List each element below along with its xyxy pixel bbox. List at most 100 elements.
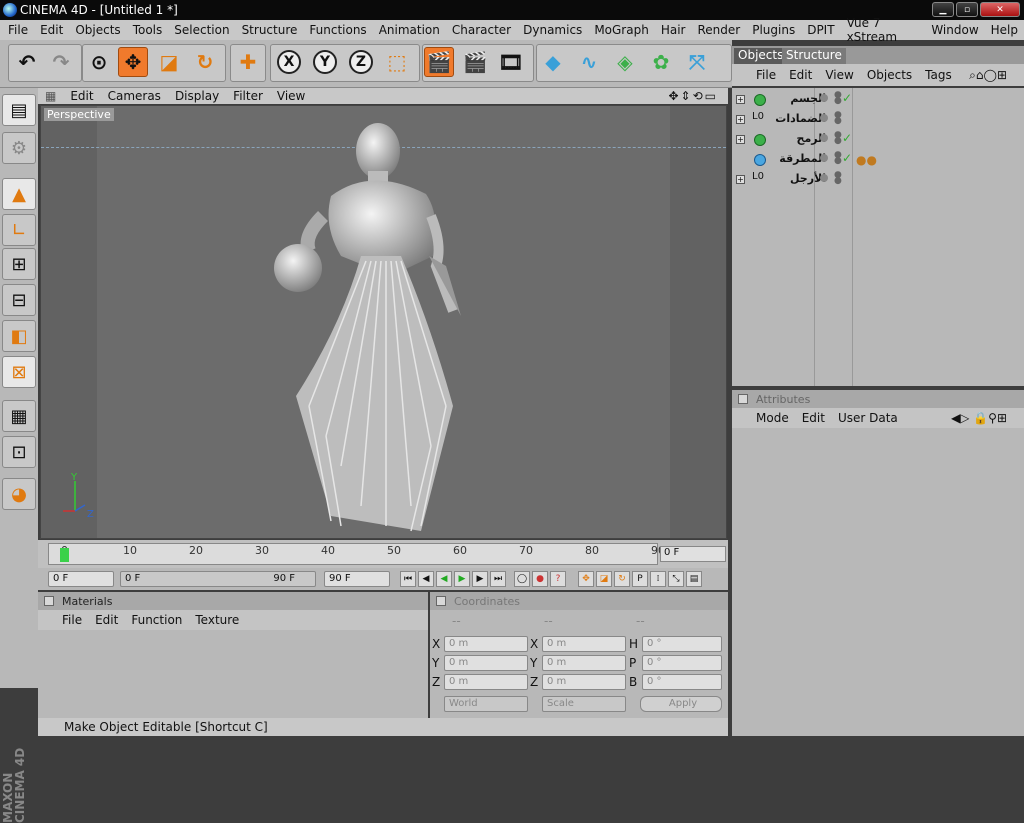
keyframe-selection-icon[interactable]: ? bbox=[550, 571, 566, 587]
next-key-icon[interactable]: ▶ bbox=[472, 571, 488, 587]
range-slider[interactable]: 0 F 90 F bbox=[120, 571, 316, 587]
move-tool-icon[interactable]: ✥ bbox=[118, 47, 148, 77]
attributes-menu-user-data[interactable]: User Data bbox=[838, 411, 898, 425]
maximize-button[interactable]: ▫ bbox=[956, 2, 978, 17]
play-backward-icon[interactable]: ◀ bbox=[436, 571, 452, 587]
menu-window[interactable]: Window bbox=[925, 23, 984, 37]
viewport-menu-filter[interactable]: Filter bbox=[226, 89, 270, 103]
visibility-dot-icon[interactable] bbox=[820, 154, 828, 162]
material-tag-icon[interactable]: ●● bbox=[856, 153, 877, 167]
objects-menu-file[interactable]: File bbox=[756, 68, 776, 82]
object-name[interactable]: المطرقة bbox=[766, 152, 826, 165]
expand-icon[interactable]: + bbox=[736, 95, 745, 104]
apply-button[interactable]: Apply bbox=[640, 696, 722, 712]
menu-file[interactable]: File bbox=[2, 23, 34, 37]
materials-menu-edit[interactable]: Edit bbox=[95, 613, 118, 627]
menu-dpit[interactable]: DPIT bbox=[801, 23, 840, 37]
materials-menu-texture[interactable]: Texture bbox=[195, 613, 239, 627]
menu-mograph[interactable]: MoGraph bbox=[588, 23, 655, 37]
render-dot-icon[interactable]: ● ● bbox=[834, 151, 842, 166]
object-row[interactable]: + L0 الأرجل ● ● bbox=[732, 170, 1024, 190]
live-selection-icon[interactable]: ⊙ bbox=[84, 47, 114, 77]
expand-icon[interactable]: + bbox=[736, 175, 745, 184]
rot-p-field[interactable]: 0 ° bbox=[642, 655, 722, 671]
object-name[interactable]: الجسم bbox=[766, 92, 826, 105]
size-y-field[interactable]: 0 m bbox=[542, 655, 626, 671]
render-dot-icon[interactable]: ● ● bbox=[834, 91, 842, 106]
key-parameter-icon[interactable]: P bbox=[632, 571, 648, 587]
nurbs-icon[interactable]: ◈ bbox=[610, 47, 640, 77]
expand-icon[interactable]: + bbox=[736, 135, 745, 144]
start-frame-field[interactable]: 0 F bbox=[48, 571, 114, 587]
go-to-start-icon[interactable]: ⏮ bbox=[400, 571, 416, 587]
use-model-tool-icon[interactable]: ▤ bbox=[2, 94, 36, 126]
size-z-field[interactable]: 0 m bbox=[542, 674, 626, 690]
visibility-dot-icon[interactable] bbox=[820, 134, 828, 142]
timeline-settings-icon[interactable]: ▤ bbox=[686, 571, 702, 587]
viewport-menu-display[interactable]: Display bbox=[168, 89, 226, 103]
viewport-menu-cameras[interactable]: Cameras bbox=[101, 89, 168, 103]
redo-icon[interactable]: ↷ bbox=[46, 47, 76, 77]
pos-y-field[interactable]: 0 m bbox=[444, 655, 528, 671]
use-polygons-icon[interactable]: ◧ bbox=[2, 320, 36, 352]
viewport-menu-view[interactable]: View bbox=[270, 89, 312, 103]
object-name[interactable]: الأرجل bbox=[766, 172, 826, 185]
previous-key-icon[interactable]: ◀ bbox=[418, 571, 434, 587]
render-view-icon[interactable]: 🎬 bbox=[424, 47, 454, 77]
close-button[interactable]: ✕ bbox=[980, 2, 1020, 17]
attributes-menu-edit[interactable]: Edit bbox=[802, 411, 825, 425]
autokey-icon[interactable]: ● bbox=[532, 571, 548, 587]
use-texture-axis-icon[interactable]: ⊡ bbox=[2, 436, 36, 468]
use-points-icon[interactable]: ⊞ bbox=[2, 248, 36, 280]
enabled-check-icon[interactable]: ✓ bbox=[842, 151, 852, 165]
menu-functions[interactable]: Functions bbox=[303, 23, 372, 37]
viewport-perspective[interactable]: Perspective Y Z bbox=[40, 105, 727, 539]
undo-icon[interactable]: ↶ bbox=[12, 47, 42, 77]
tab-objects[interactable]: Objects bbox=[734, 48, 788, 64]
pos-x-field[interactable]: 0 m bbox=[444, 636, 528, 652]
key-scale-icon[interactable]: ◪ bbox=[596, 571, 612, 587]
play-forward-icon[interactable]: ▶ bbox=[454, 571, 470, 587]
array-icon[interactable]: ✿ bbox=[646, 47, 676, 77]
render-dot-icon[interactable]: ● ● bbox=[834, 171, 842, 186]
tab-structure[interactable]: Structure bbox=[782, 48, 846, 64]
cube-object-icon[interactable]: ◆ bbox=[538, 47, 568, 77]
minimize-button[interactable]: ▁ bbox=[932, 2, 954, 17]
render-dot-icon[interactable]: ● ● bbox=[834, 131, 842, 146]
object-row[interactable]: + الجسم ● ● ✓ bbox=[732, 90, 1024, 110]
go-to-end-icon[interactable]: ⏭ bbox=[490, 571, 506, 587]
interpolation-icon[interactable]: ⤡ bbox=[668, 571, 684, 587]
attributes-menu-mode[interactable]: Mode bbox=[756, 411, 789, 425]
objects-menu-tags[interactable]: Tags bbox=[925, 68, 952, 82]
render-picture-viewer-icon[interactable]: 🎬 bbox=[460, 47, 490, 77]
object-row[interactable]: + الرمح ● ● ✓ bbox=[732, 130, 1024, 150]
menu-dynamics[interactable]: Dynamics bbox=[517, 23, 588, 37]
expand-icon[interactable]: + bbox=[736, 115, 745, 124]
key-rotation-icon[interactable]: ↻ bbox=[614, 571, 630, 587]
record-keys-icon[interactable]: ◯ bbox=[514, 571, 530, 587]
rot-h-field[interactable]: 0 ° bbox=[642, 636, 722, 652]
materials-panel-toggle[interactable] bbox=[44, 596, 54, 606]
materials-menu-file[interactable]: File bbox=[62, 613, 82, 627]
attributes-panel-toggle[interactable] bbox=[738, 394, 748, 404]
use-model-icon[interactable]: ▲ bbox=[2, 178, 36, 210]
z-axis-lock-icon[interactable]: Z bbox=[346, 47, 376, 77]
menu-hair[interactable]: Hair bbox=[655, 23, 692, 37]
object-name[interactable]: الرمح bbox=[766, 132, 826, 145]
y-axis-lock-icon[interactable]: Y bbox=[310, 47, 340, 77]
objects-menu-objects[interactable]: Objects bbox=[867, 68, 912, 82]
object-row[interactable]: + L0 الضمادات ● ● bbox=[732, 110, 1024, 130]
current-frame-indicator[interactable] bbox=[60, 548, 69, 562]
scale-mode-dropdown[interactable]: Scale bbox=[542, 696, 626, 712]
menu-help[interactable]: Help bbox=[985, 23, 1024, 37]
render-settings-icon[interactable]: 🎞 bbox=[496, 47, 526, 77]
end-frame-field[interactable]: 90 F bbox=[324, 571, 390, 587]
key-point-level-icon[interactable]: ⁞ bbox=[650, 571, 666, 587]
coordinate-system-dropdown[interactable]: World bbox=[444, 696, 528, 712]
recent-tool-icon[interactable]: ✚ bbox=[233, 47, 263, 77]
menu-tools[interactable]: Tools bbox=[127, 23, 169, 37]
object-row[interactable]: المطرقة ● ● ✓ ●● bbox=[732, 150, 1024, 170]
objects-menu-edit[interactable]: Edit bbox=[789, 68, 812, 82]
current-frame-field[interactable]: 0 F bbox=[660, 546, 726, 562]
viewport-navigation-icons[interactable]: ✥⇕⟲▭ bbox=[668, 89, 718, 103]
